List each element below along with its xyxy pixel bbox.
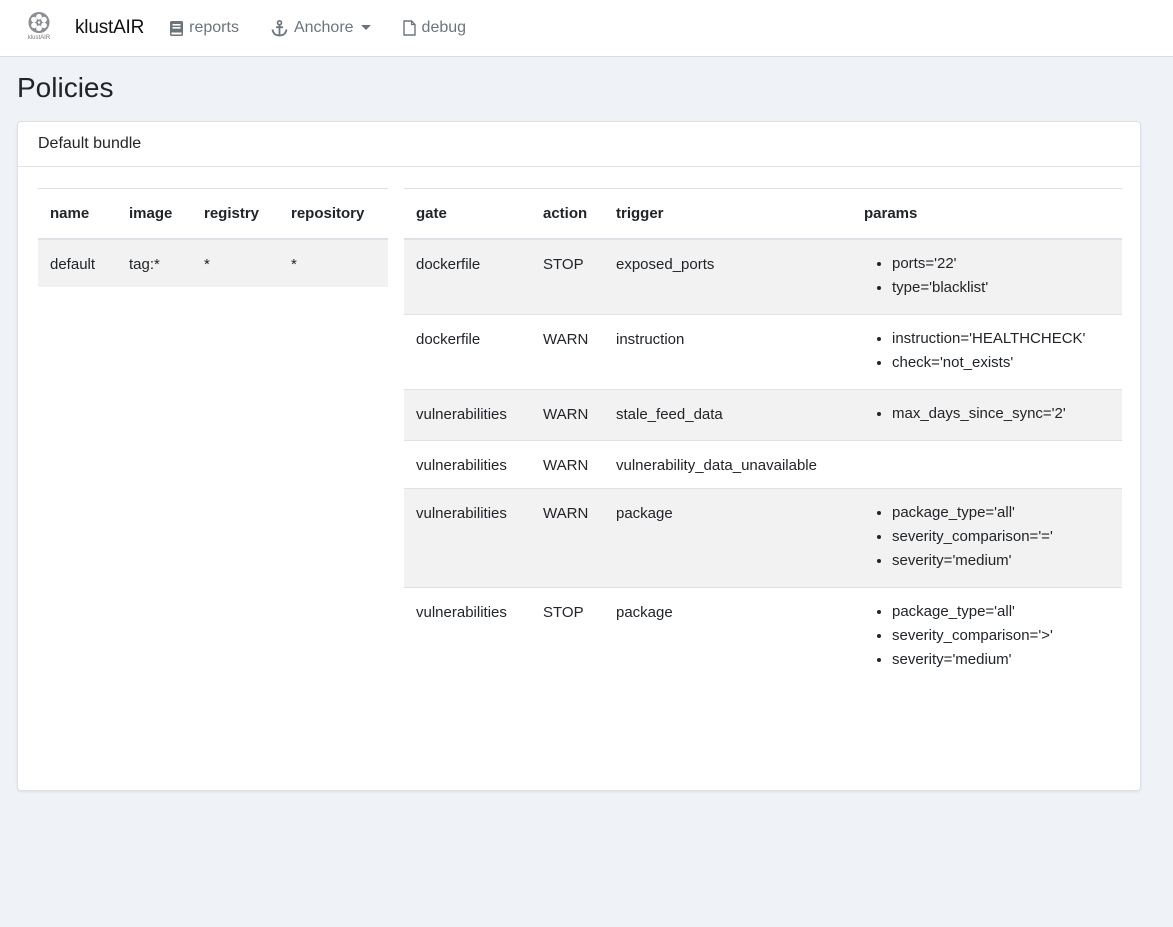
brand-part-2: AIR: [113, 17, 145, 38]
param-item: check='not_exists': [892, 351, 1110, 375]
policy-bundle-card: Default bundle name image registry repos…: [17, 121, 1141, 791]
table-cell-action: WARN: [531, 439, 604, 488]
rules-table-body: dockerfile STOP exposed_ports ports='22'typ…: [404, 238, 1122, 686]
table-cell-action: WARN: [531, 388, 604, 440]
table-cell-trigger: vulnerability_data_unavailable: [604, 439, 852, 488]
film-reel-icon: [28, 11, 50, 34]
table-cell-params: package_type='all'severity_comparison='>…: [852, 586, 1122, 686]
anchor-icon: [271, 19, 288, 36]
param-item: package_type='all': [892, 600, 1110, 624]
table-header-row: name image registry repository: [38, 188, 388, 240]
column-header: gate: [404, 188, 531, 240]
table-cell-gate: vulnerabilities: [404, 439, 531, 488]
brand-part-1: klust: [75, 17, 114, 38]
table-cell-action: STOP: [543, 255, 584, 273]
table-cell-action: WARN: [531, 313, 604, 389]
table-row: default tag:* * *: [38, 238, 388, 287]
table-cell-trigger: package: [604, 487, 852, 587]
param-item: max_days_since_sync='2': [892, 402, 1110, 426]
table-cell-action: WARN: [531, 487, 604, 587]
page-title: Policies: [17, 72, 114, 103]
column-header: image: [117, 188, 192, 240]
table-cell: default: [50, 255, 96, 273]
chevron-down-icon: [360, 24, 371, 30]
table-cell-params: [852, 439, 1122, 488]
table-cell-gate: vulnerabilities: [404, 586, 531, 686]
params-list: package_type='all'severity_comparison='=…: [864, 501, 1110, 573]
table-cell-trigger: package: [604, 586, 852, 686]
nav-debug-label: debug: [421, 19, 467, 36]
klustair-logo[interactable]: klustAIR: [26, 11, 52, 41]
brand-name[interactable]: klustAIR: [75, 17, 144, 39]
params-list: package_type='all'severity_comparison='>…: [864, 600, 1110, 672]
table-cell-params: max_days_since_sync='2': [852, 388, 1122, 440]
params-list: instruction='HEALTHCHECK'check='not_exis…: [864, 327, 1110, 375]
table-row: vulnerabilities WARN vulnerability_data_un…: [404, 439, 1122, 488]
nav-anchore-label: Anchore: [293, 19, 354, 36]
card-header: Default bundle: [18, 122, 1140, 167]
table-row: dockerfileWARNinstructioninstruction='HE…: [404, 313, 1122, 389]
param-item: ports='22': [892, 252, 1110, 276]
param-item: severity_comparison='>': [892, 624, 1110, 648]
column-header: trigger: [604, 188, 852, 240]
table-row: vulnerabilitiesSTOPpackagepackage_type='…: [404, 586, 1122, 686]
column-header: params: [852, 188, 1122, 240]
column-header: action: [531, 188, 604, 240]
table-cell-gate: dockerfile: [404, 313, 531, 389]
params-list: max_days_since_sync='2': [864, 402, 1110, 426]
table-cell-params: package_type='all'severity_comparison='=…: [852, 487, 1122, 587]
param-item: package_type='all': [892, 501, 1110, 525]
logo-caption: klustAIR: [27, 35, 51, 41]
param-item: severity='medium': [892, 648, 1110, 672]
column-header: repository: [279, 188, 388, 240]
param-item: severity_comparison='=': [892, 525, 1110, 549]
table-cell-gate: vulnerabilities: [404, 487, 531, 587]
params-list: ports='22'type='blacklist': [864, 252, 1110, 300]
param-item: instruction='HEALTHCHECK': [892, 327, 1110, 351]
nav-debug[interactable]: debug: [402, 19, 467, 37]
table-row: dockerfile STOP exposed_ports ports='22'typ…: [404, 238, 1122, 315]
file-icon: [402, 20, 416, 36]
table-cell: *: [291, 255, 297, 273]
nav-reports[interactable]: reports: [170, 19, 239, 37]
nav-reports-label: reports: [189, 19, 239, 36]
rules-table: gate action trigger params dockerfile STO…: [404, 188, 1122, 686]
table-cell-gate: vulnerabilities: [404, 388, 531, 440]
table-cell-action: STOP: [531, 586, 604, 686]
param-item: type='blacklist': [892, 276, 1110, 300]
table-row: vulnerabilitiesWARNpackagepackage_type='…: [404, 487, 1122, 587]
table-cell: tag:*: [129, 255, 160, 273]
column-header: name: [38, 188, 117, 240]
table-cell-trigger: stale_feed_data: [604, 388, 852, 440]
table-cell-gate: dockerfile: [416, 255, 481, 273]
navbar: klustAIR klustAIR reports Anchore debug: [0, 0, 1173, 57]
column-header: registry: [192, 188, 279, 240]
table-cell-params: instruction='HEALTHCHECK'check='not_exis…: [852, 313, 1122, 389]
table-cell-trigger: exposed_ports: [616, 255, 715, 273]
nav-anchore-dropdown[interactable]: Anchore: [271, 19, 371, 37]
param-item: severity='medium': [892, 549, 1110, 573]
table-cell-params: ports='22'type='blacklist': [852, 239, 1122, 315]
table-header-row: gate action trigger params: [404, 188, 1122, 240]
table-cell-trigger: instruction: [604, 313, 852, 389]
mappings-table: name image registry repository default t…: [38, 188, 388, 287]
table-row: vulnerabilitiesWARNstale_feed_data max_da…: [404, 388, 1122, 440]
book-icon: [170, 20, 184, 36]
table-cell: *: [204, 255, 210, 273]
